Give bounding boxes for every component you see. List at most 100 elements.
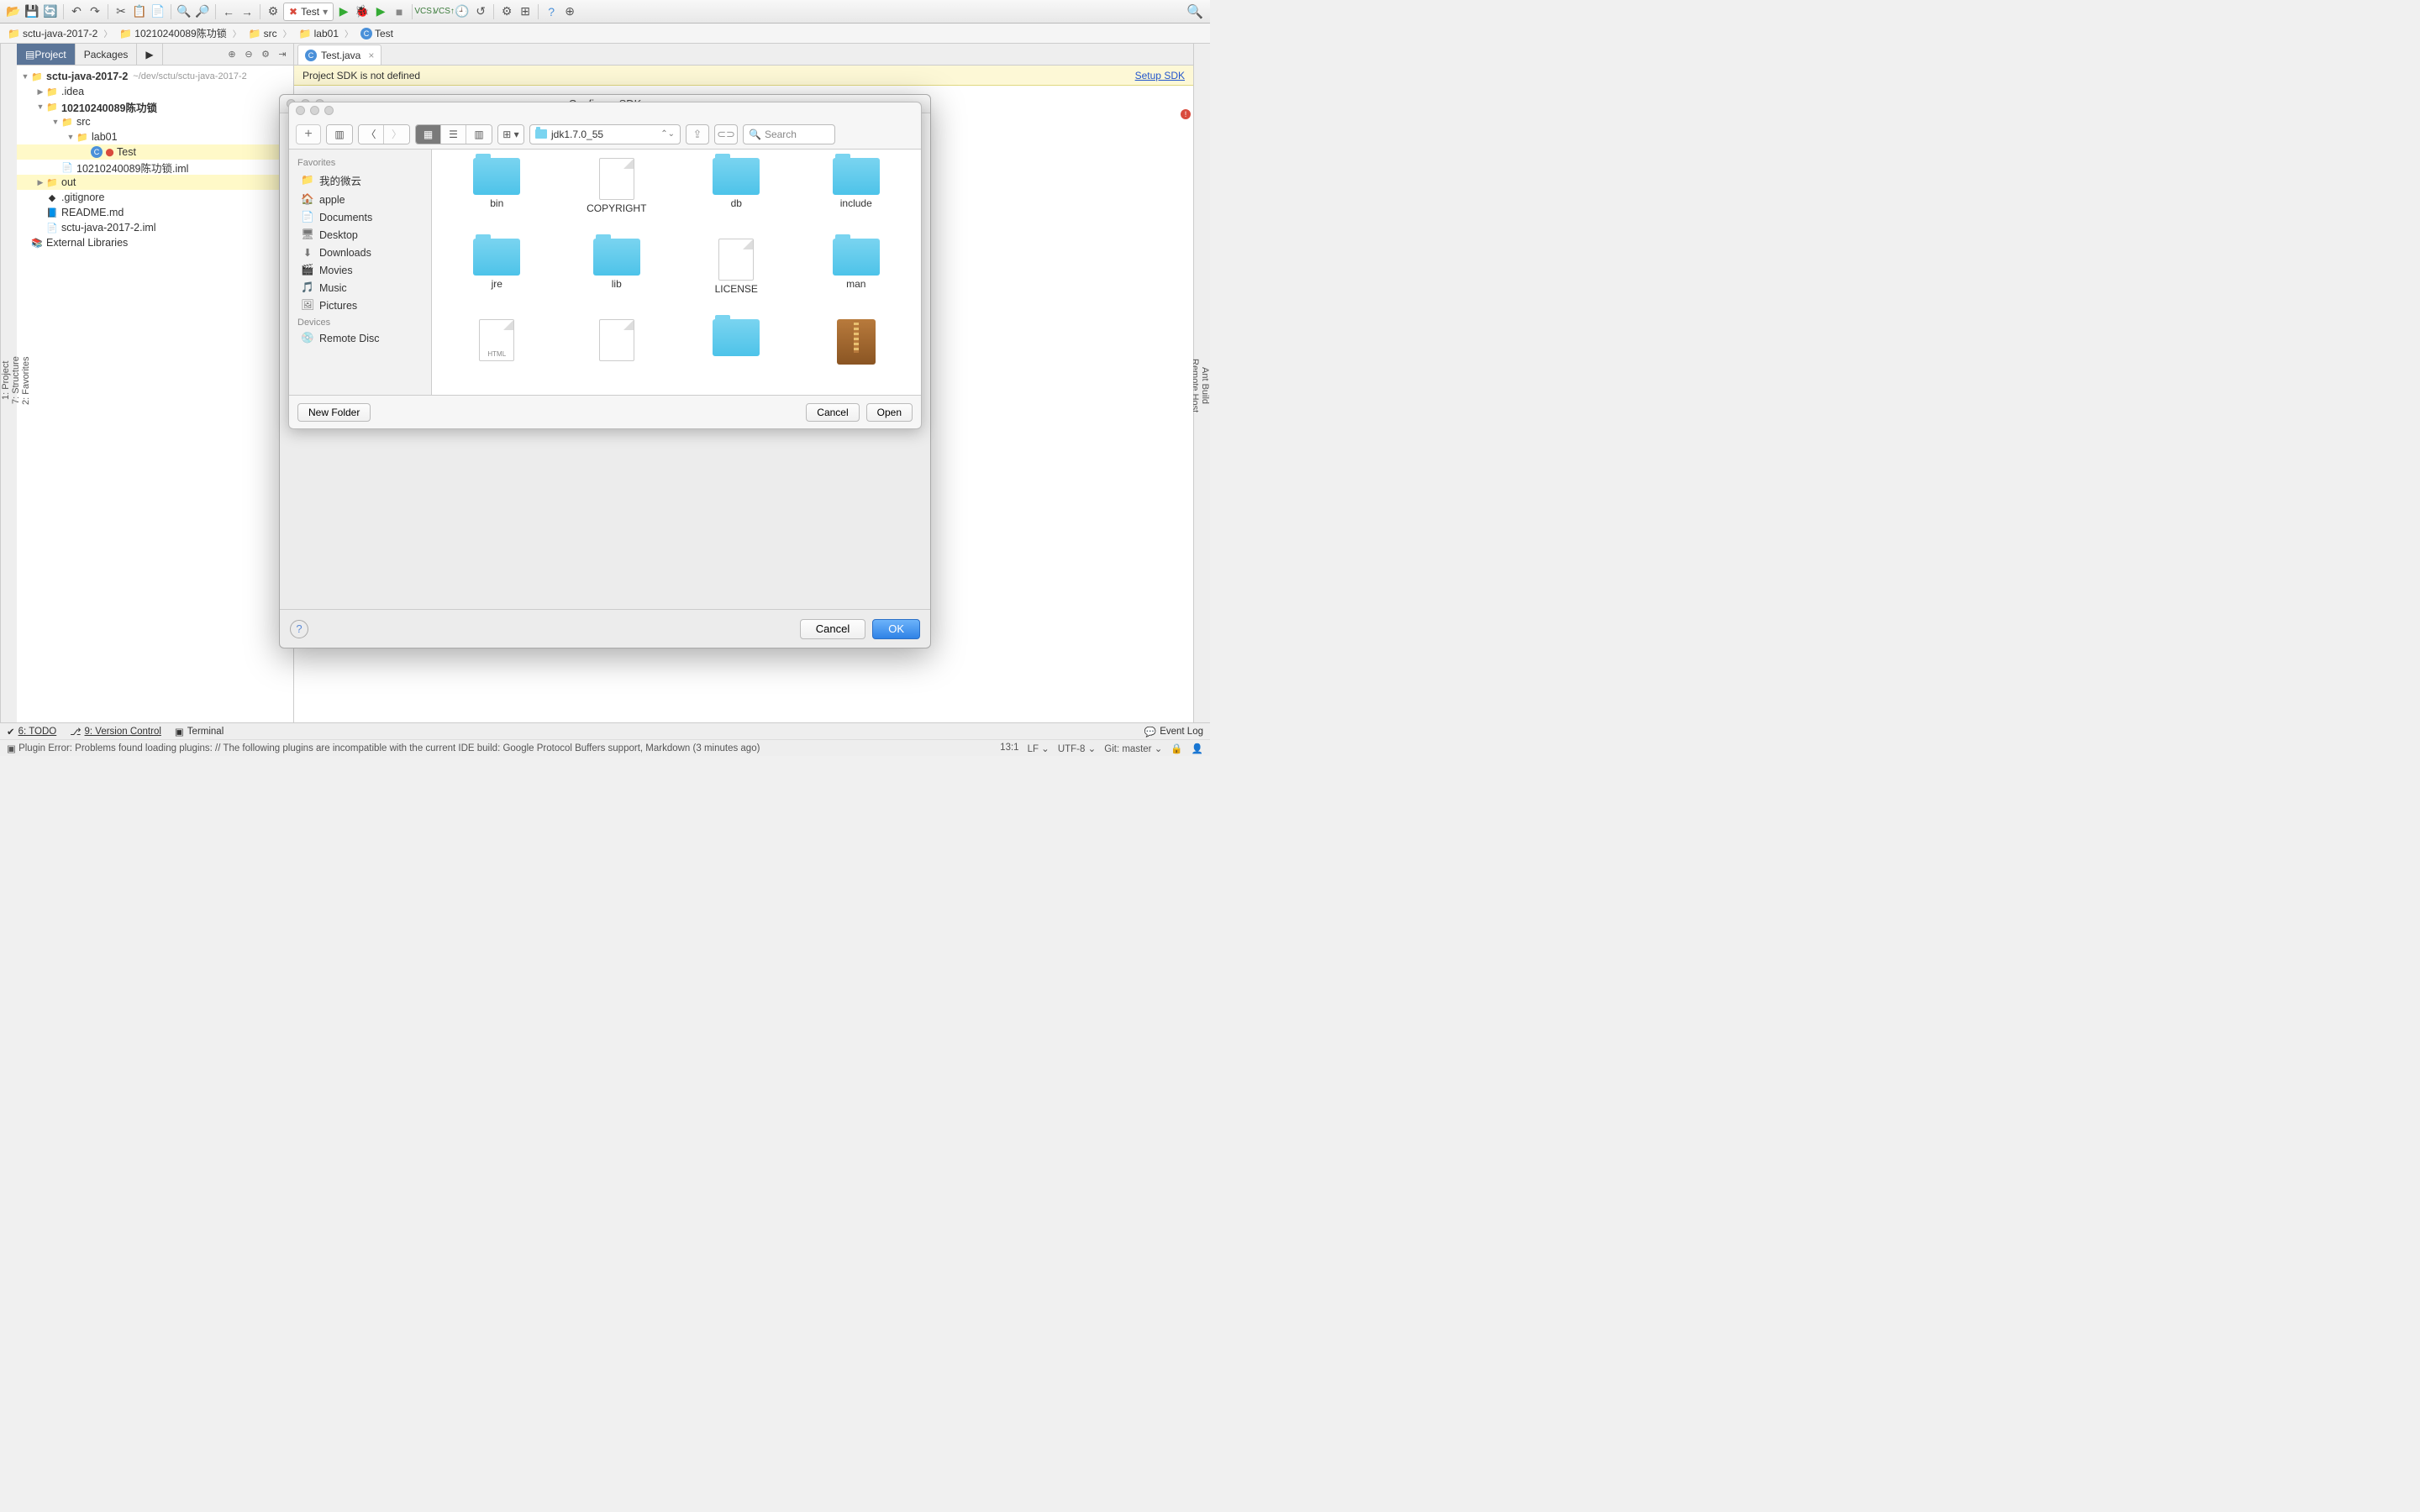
back-icon[interactable]: ← (220, 3, 237, 20)
compile-icon[interactable]: ⚙ (265, 3, 281, 20)
project-tree[interactable]: ▼📁 sctu-java-2017-2 ~/dev/sctu/sctu-java… (17, 66, 293, 722)
nav-back-icon[interactable]: 〈 (359, 125, 384, 144)
git-branch[interactable]: Git: master ⌄ (1104, 743, 1162, 754)
stop-icon[interactable]: ■ (391, 3, 408, 20)
dialog-cancel-button[interactable]: Cancel (800, 619, 865, 639)
vcs-update-icon[interactable]: VCS↓ (417, 3, 434, 20)
tree-iml[interactable]: 📄10210240089陈功锁.iml (17, 160, 293, 175)
hide-icon[interactable]: ⇥ (275, 49, 290, 60)
tree-gitignore[interactable]: ◆.gitignore (17, 190, 293, 205)
settings-icon[interactable]: ⚙ (498, 3, 515, 20)
run-icon[interactable]: ▶ (335, 3, 352, 20)
plugin-icon[interactable]: ⊕ (561, 3, 578, 20)
tool-event-log[interactable]: 💬Event Log (1144, 726, 1203, 738)
line-ending[interactable]: LF ⌄ (1028, 743, 1050, 754)
refresh-icon[interactable]: 🔄 (42, 3, 59, 20)
fav-music[interactable]: 🎵Music (289, 279, 431, 297)
tree-ext-lib[interactable]: 📚External Libraries (17, 235, 293, 250)
zoom-in-icon[interactable]: 🔍 (176, 3, 192, 20)
debug-icon[interactable]: 🐞 (354, 3, 371, 20)
lock-icon[interactable]: 🔒 (1171, 743, 1182, 754)
crumb-class[interactable]: CTest (358, 28, 404, 39)
fav-movies[interactable]: 🎬Movies (289, 261, 431, 279)
fav-weiyun[interactable]: 📁我的微云 (289, 170, 431, 191)
grid-html[interactable]: HTML (437, 319, 557, 395)
fav-desktop[interactable]: 🖥Desktop (289, 226, 431, 244)
dialog-ok-button[interactable]: OK (872, 619, 920, 639)
fav-documents[interactable]: 📄Documents (289, 208, 431, 226)
crumb-src[interactable]: 📁src (246, 27, 297, 39)
crumb-pkg[interactable]: 📁lab01 (297, 27, 358, 39)
caret-pos[interactable]: 13:1 (1000, 743, 1018, 754)
grid-db[interactable]: db (676, 158, 797, 239)
cut-icon[interactable]: ✂ (113, 3, 129, 20)
finder-search[interactable]: 🔍 Search (743, 124, 835, 144)
setup-sdk-link[interactable]: Setup SDK (1135, 70, 1185, 81)
revert-icon[interactable]: ↺ (472, 3, 489, 20)
grid-copyright[interactable]: COPYRIGHT (557, 158, 677, 239)
rail-project[interactable]: 1: Project (1, 50, 11, 711)
tool-vcs[interactable]: ⎇9: Version Control (70, 726, 161, 738)
rail-structure[interactable]: 7: Structure (11, 50, 21, 711)
grid-file2[interactable] (557, 319, 677, 395)
encoding[interactable]: UTF-8 ⌄ (1058, 743, 1096, 754)
grid-lib[interactable]: lib (557, 239, 677, 319)
grid-zip[interactable] (797, 319, 917, 395)
finder-grid[interactable]: bin COPYRIGHT db include jre lib LICENSE… (432, 150, 921, 395)
dialog-help-icon[interactable]: ? (290, 620, 308, 638)
column-view-icon[interactable]: ▥ (466, 125, 492, 144)
tree-lab01[interactable]: ▼📁lab01 (17, 129, 293, 144)
grid-bin[interactable]: bin (437, 158, 557, 239)
coverage-icon[interactable]: ▶ (372, 3, 389, 20)
tab-more[interactable]: ▶ (137, 44, 162, 65)
error-indicator-icon[interactable]: ! (1181, 109, 1191, 119)
tree-src[interactable]: ▼📁src (17, 114, 293, 129)
help-icon[interactable]: ? (543, 3, 560, 20)
vcs-commit-icon[interactable]: VCS↑ (435, 3, 452, 20)
open-icon[interactable]: 📂 (5, 3, 22, 20)
fav-pictures[interactable]: 🖼Pictures (289, 297, 431, 314)
nav-forward-icon[interactable]: 〉 (384, 125, 409, 144)
fav-downloads[interactable]: ⬇Downloads (289, 244, 431, 261)
fav-home[interactable]: 🏠apple (289, 191, 431, 208)
icon-view-icon[interactable]: ▦ (416, 125, 441, 144)
grid-include[interactable]: include (797, 158, 917, 239)
tree-test-class[interactable]: C ⬤ Test (17, 144, 293, 160)
paste-icon[interactable]: 📄 (150, 3, 166, 20)
tree-out[interactable]: ▶📁out (17, 175, 293, 190)
copy-icon[interactable]: 📋 (131, 3, 148, 20)
add-tab-button[interactable]: + (296, 124, 321, 144)
grid-man[interactable]: man (797, 239, 917, 319)
crumb-root[interactable]: 📁sctu-java-2017-2 (5, 27, 117, 39)
grid-license[interactable]: LICENSE (676, 239, 797, 319)
tool-todo[interactable]: ✔6: TODO (7, 726, 56, 738)
status-icon[interactable]: ▣ (7, 743, 16, 754)
tree-idea[interactable]: ▶📁.idea (17, 84, 293, 99)
run-config-selector[interactable]: ✖Test▾ (283, 3, 334, 21)
path-dropdown[interactable]: jdk1.7.0_55 ⌃⌄ (529, 124, 681, 144)
history-icon[interactable]: 🕘 (454, 3, 471, 20)
tags-icon[interactable]: ⊂⊃ (714, 124, 738, 144)
new-folder-button[interactable]: New Folder (297, 403, 371, 422)
forward-icon[interactable]: → (239, 3, 255, 20)
settings-gear-icon[interactable]: ⚙ (258, 49, 273, 60)
tool-terminal[interactable]: ▣Terminal (175, 726, 224, 738)
collapse-all-icon[interactable]: ⊖ (241, 49, 256, 60)
save-icon[interactable]: 💾 (24, 3, 40, 20)
zoom-out-icon[interactable]: 🔎 (194, 3, 211, 20)
rail-ant[interactable]: Ant Build (1200, 57, 1210, 714)
tree-module[interactable]: ▼📁10210240089陈功锁 (17, 99, 293, 114)
list-view-icon[interactable]: ☰ (441, 125, 466, 144)
share-icon[interactable]: ⇪ (686, 124, 709, 144)
grid-jre[interactable]: jre (437, 239, 557, 319)
rail-favorites[interactable]: 2: Favorites (21, 50, 31, 711)
crumb-module[interactable]: 📁10210240089陈功锁 (117, 26, 245, 40)
close-tab-icon[interactable]: × (368, 50, 374, 61)
dev-remote-disc[interactable]: 💿Remote Disc (289, 329, 431, 347)
editor-tab-test[interactable]: CTest.java× (297, 45, 381, 65)
finder-open-button[interactable]: Open (866, 403, 913, 422)
grid-folder2[interactable] (676, 319, 797, 395)
tab-packages[interactable]: Packages (76, 44, 138, 65)
finder-cancel-button[interactable]: Cancel (806, 403, 859, 422)
undo-icon[interactable]: ↶ (68, 3, 85, 20)
